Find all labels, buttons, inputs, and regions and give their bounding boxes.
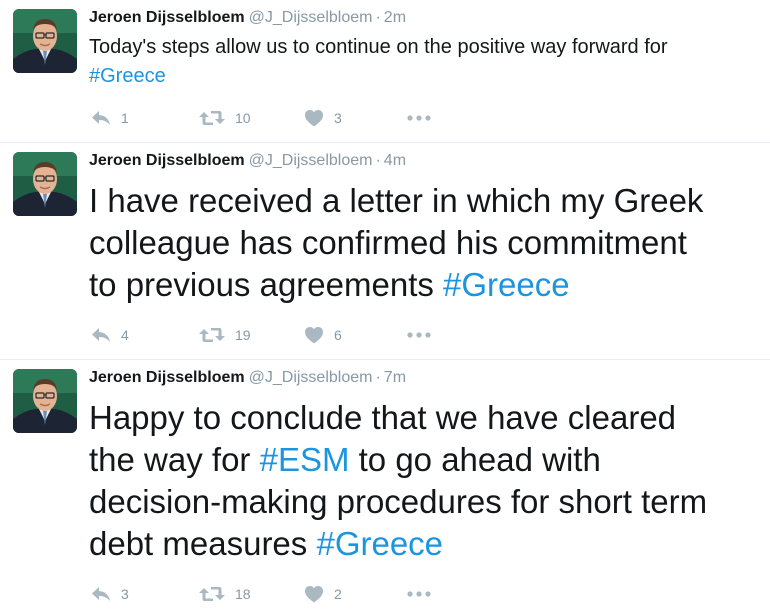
more-dots-icon xyxy=(407,332,431,338)
tweet-text-line: to go ahead with xyxy=(358,441,601,478)
like-count: 6 xyxy=(334,327,342,343)
reply-count: 4 xyxy=(121,327,129,343)
heart-icon xyxy=(304,109,324,127)
more-button[interactable] xyxy=(407,582,431,606)
reply-icon xyxy=(91,110,111,126)
retweet-count: 18 xyxy=(235,586,251,602)
retweet-count: 19 xyxy=(235,327,251,343)
retweet-button[interactable]: 10 xyxy=(199,106,251,130)
tweet-text: Today's steps allow us to continue on th… xyxy=(89,33,668,91)
retweet-icon xyxy=(199,110,225,126)
retweet-icon xyxy=(199,327,225,343)
reply-button[interactable]: 3 xyxy=(91,582,129,606)
reply-count: 3 xyxy=(121,586,129,602)
tweet-actions: 4 19 6 xyxy=(89,323,509,347)
retweet-count: 10 xyxy=(235,110,251,126)
heart-icon xyxy=(304,585,324,603)
tweet-actions: 1 10 3 xyxy=(89,106,509,130)
hashtag-link[interactable]: #ESM xyxy=(260,441,350,478)
avatar[interactable] xyxy=(13,152,77,216)
tweet-actions: 3 18 2 xyxy=(89,582,509,606)
tweet-text-line: the way for xyxy=(89,441,251,478)
like-button[interactable]: 6 xyxy=(304,323,342,347)
tweet-header: Jeroen Dijsselbloem @J_Dijsselbloem · 4m xyxy=(89,151,406,171)
tweet-text-line: I have received a letter in which my Gre… xyxy=(89,182,704,219)
tweet[interactable]: Jeroen Dijsselbloem @J_Dijsselbloem · 4m I … xyxy=(0,143,770,360)
hashtag-link[interactable]: #Greece xyxy=(89,65,166,87)
timestamp[interactable]: 4m xyxy=(384,152,406,169)
tweet-text-line: colleague has confirmed his commitment xyxy=(89,224,687,261)
heart-icon xyxy=(304,326,324,344)
tweet-text: I have received a letter in which my Gre… xyxy=(89,180,703,306)
like-count: 3 xyxy=(334,110,342,126)
like-count: 2 xyxy=(334,586,342,602)
reply-count: 1 xyxy=(121,110,129,126)
author-name[interactable]: Jeroen Dijsselbloem xyxy=(89,9,245,26)
retweet-icon xyxy=(199,586,225,602)
author-name[interactable]: Jeroen Dijsselbloem xyxy=(89,152,245,169)
separator: · xyxy=(375,152,381,169)
author-name[interactable]: Jeroen Dijsselbloem xyxy=(89,369,245,386)
like-button[interactable]: 2 xyxy=(304,582,342,606)
hashtag-link[interactable]: #Greece xyxy=(443,266,570,303)
more-dots-icon xyxy=(407,115,431,121)
tweet[interactable]: Jeroen Dijsselbloem @J_Dijsselbloem · 7m Ha… xyxy=(0,360,770,612)
tweet-text-line: to previous agreements xyxy=(89,266,434,303)
reply-icon xyxy=(91,586,111,602)
more-button[interactable] xyxy=(407,323,431,347)
hashtag-link[interactable]: #Greece xyxy=(316,525,443,562)
tweet-text: Happy to conclude that we have cleared t… xyxy=(89,397,707,565)
avatar[interactable] xyxy=(13,369,77,433)
tweet-text-line: decision-making procedures for short ter… xyxy=(89,483,708,520)
timestamp[interactable]: 2m xyxy=(384,9,406,26)
reply-button[interactable]: 4 xyxy=(91,323,129,347)
reply-button[interactable]: 1 xyxy=(91,106,129,130)
more-dots-icon xyxy=(407,591,431,597)
tweet-header: Jeroen Dijsselbloem @J_Dijsselbloem · 2m xyxy=(89,8,406,28)
like-button[interactable]: 3 xyxy=(304,106,342,130)
tweet[interactable]: Jeroen Dijsselbloem @J_Dijsselbloem · 2m To… xyxy=(0,0,770,143)
more-button[interactable] xyxy=(407,106,431,130)
author-handle[interactable]: @J_Dijsselbloem xyxy=(249,152,373,169)
reply-icon xyxy=(91,327,111,343)
tweet-header: Jeroen Dijsselbloem @J_Dijsselbloem · 7m xyxy=(89,368,406,388)
tweet-text-line: debt measures xyxy=(89,525,308,562)
tweet-text-line: Today's steps allow us to continue on th… xyxy=(89,36,668,58)
author-handle[interactable]: @J_Dijsselbloem xyxy=(249,369,373,386)
avatar[interactable] xyxy=(13,9,77,73)
separator: · xyxy=(375,369,381,386)
tweet-text-line: Happy to conclude that we have cleared xyxy=(89,399,677,436)
separator: · xyxy=(375,9,381,26)
timestamp[interactable]: 7m xyxy=(384,369,406,386)
retweet-button[interactable]: 19 xyxy=(199,323,251,347)
author-handle[interactable]: @J_Dijsselbloem xyxy=(249,9,373,26)
retweet-button[interactable]: 18 xyxy=(199,582,251,606)
